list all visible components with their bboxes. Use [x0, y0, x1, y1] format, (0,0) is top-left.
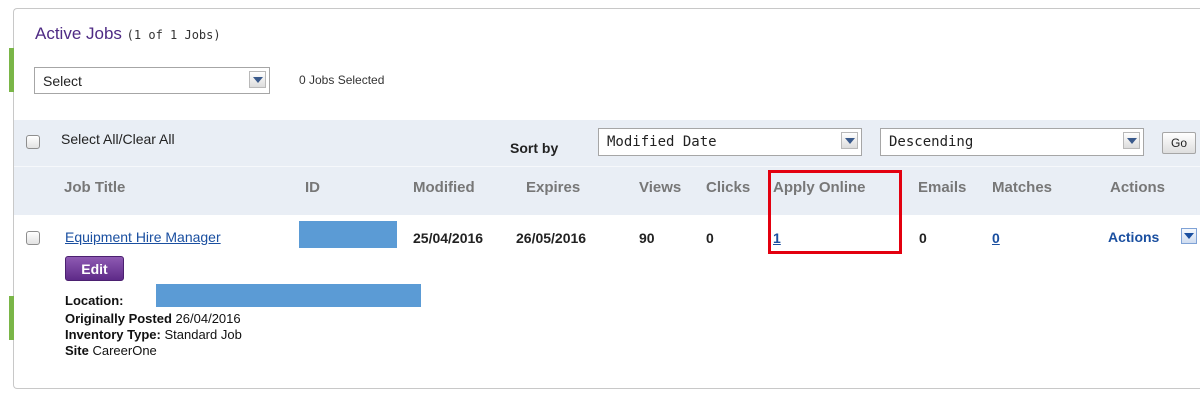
column-header-emails[interactable]: Emails: [918, 179, 966, 196]
column-header-actions: Actions: [1110, 179, 1166, 196]
select-all-label: Select All/Clear All: [61, 131, 175, 147]
job-title-link[interactable]: Equipment Hire Manager: [65, 229, 221, 245]
column-header-expires[interactable]: Expires: [526, 179, 580, 196]
location-detail: Location:: [65, 293, 124, 308]
inventory-type-value: Standard Job: [164, 327, 242, 342]
apply-online-highlight: [768, 170, 902, 254]
column-header-views[interactable]: Views: [639, 179, 681, 196]
expires-date: 26/05/2016: [516, 230, 587, 246]
chevron-down-icon: [1184, 233, 1194, 239]
bulk-action-select[interactable]: Select: [34, 67, 270, 94]
redacted-job-id: [299, 221, 397, 248]
actions-dropdown-button[interactable]: [1181, 228, 1197, 244]
column-header-id[interactable]: ID: [305, 179, 320, 196]
bulk-action-select-value: Select: [43, 72, 82, 89]
site-value: CareerOne: [92, 343, 157, 358]
row-checkbox[interactable]: [26, 231, 40, 245]
go-button[interactable]: Go: [1162, 132, 1196, 154]
sort-field-select[interactable]: Modified Date: [598, 128, 862, 156]
originally-posted-label: Originally Posted: [65, 311, 172, 326]
select-all-checkbox[interactable]: [26, 135, 40, 149]
job-count: (1 of 1 Jobs): [126, 28, 221, 42]
chevron-down-icon: [1123, 132, 1140, 149]
location-label: Location:: [65, 293, 124, 308]
clicks-count: 0: [706, 230, 714, 246]
side-accent-top: [9, 48, 14, 92]
page-title-text: Active Jobs: [35, 24, 122, 43]
originally-posted-value: 26/04/2016: [175, 311, 241, 326]
sort-by-label: Sort by: [510, 140, 559, 156]
site-label: Site: [65, 343, 89, 358]
matches-link[interactable]: 0: [992, 230, 1000, 246]
modified-date: 25/04/2016: [413, 230, 484, 246]
chevron-down-icon: [249, 71, 266, 88]
redacted-location: [156, 284, 421, 307]
sort-field-select-value: Modified Date: [607, 134, 717, 150]
page-title: Active Jobs (1 of 1 Jobs): [35, 24, 221, 44]
site-detail: Site CareerOne: [65, 343, 157, 358]
sort-order-select[interactable]: Descending: [880, 128, 1144, 156]
inventory-type-detail: Inventory Type: Standard Job: [65, 327, 242, 342]
jobs-selected-count: 0 Jobs Selected: [299, 73, 385, 87]
column-header-matches[interactable]: Matches: [992, 179, 1052, 196]
side-accent-bottom: [9, 296, 14, 340]
column-header-modified[interactable]: Modified: [413, 179, 475, 196]
originally-posted-detail: Originally Posted 26/04/2016: [65, 311, 241, 326]
chevron-down-icon: [841, 132, 858, 149]
sort-order-select-value: Descending: [889, 134, 974, 150]
inventory-type-label: Inventory Type:: [65, 327, 161, 342]
edit-button[interactable]: Edit: [65, 256, 124, 281]
emails-count: 0: [919, 230, 927, 246]
views-count: 90: [639, 230, 655, 246]
column-header-clicks[interactable]: Clicks: [706, 179, 750, 196]
actions-link[interactable]: Actions: [1108, 229, 1159, 245]
column-header-job-title[interactable]: Job Title: [64, 179, 125, 196]
